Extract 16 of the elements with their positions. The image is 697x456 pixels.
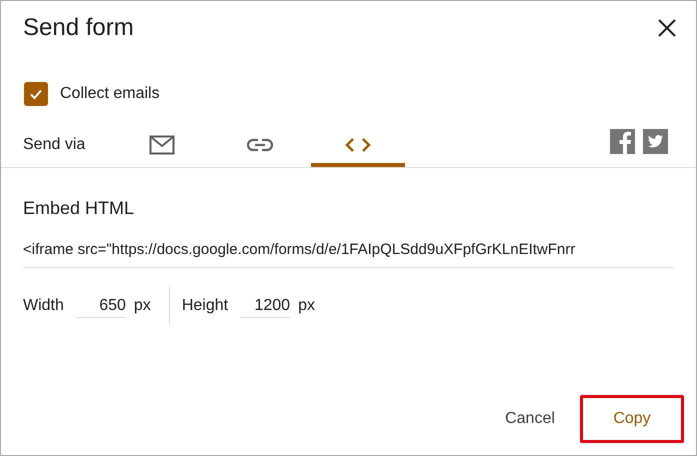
checkbox[interactable] (24, 82, 48, 106)
checkbox-label: Collect emails (60, 85, 160, 103)
copy-button[interactable]: Copy (580, 395, 684, 443)
height-unit: px (298, 297, 315, 315)
twitter-icon[interactable] (643, 128, 668, 154)
send-via-label: Send via (23, 136, 86, 154)
width-label: Width (23, 297, 64, 315)
close-icon[interactable] (658, 19, 676, 37)
facebook-icon[interactable] (610, 128, 635, 154)
envelope-icon (149, 135, 175, 155)
dialog-title: Send form (23, 14, 134, 42)
link-icon (247, 138, 273, 152)
embed-heading: Embed HTML (23, 198, 136, 219)
width-unit: px (134, 297, 151, 315)
code-icon (345, 137, 371, 153)
height-label: Height (182, 297, 228, 315)
